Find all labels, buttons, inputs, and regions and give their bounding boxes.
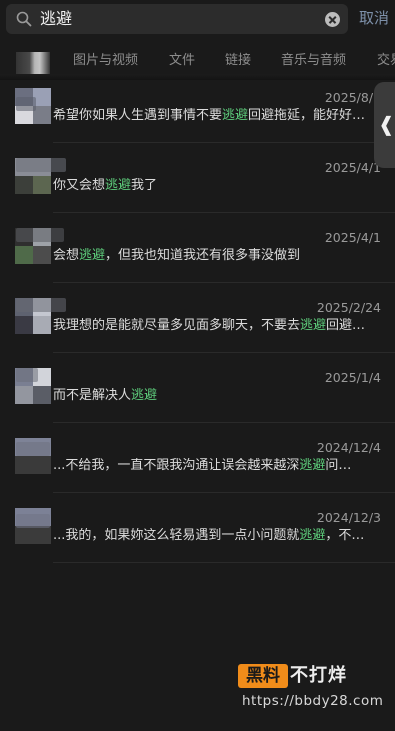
keyword-highlight: 逃避 xyxy=(131,388,158,403)
avatar-pixel xyxy=(33,246,51,264)
sender-name-blurred xyxy=(16,97,36,111)
list-item[interactable]: 2024/12/4 ...不给我，一直不跟我沟通让误会越来越深逃避问… xyxy=(0,430,395,500)
row-divider xyxy=(53,282,395,283)
watermark-url: https://bbdy28.com xyxy=(242,693,384,709)
avatar-pixel xyxy=(15,246,33,264)
list-item[interactable]: 2025/4/1 你又会想逃避我了 xyxy=(0,150,395,220)
snippet-text-after: 回避拖延，能好好… xyxy=(248,108,366,123)
message-date: 2025/4/1 xyxy=(324,230,381,245)
message-date: 2025/8/1 xyxy=(324,90,381,105)
search-bar[interactable]: 逃避 xyxy=(6,4,348,34)
tab-music-audio[interactable]: 音乐与音频 xyxy=(281,53,346,69)
tab-files[interactable]: 文件 xyxy=(169,53,195,69)
watermark-logo-box: 黑料 xyxy=(238,664,288,688)
snippet-text-before: 而不是解决人 xyxy=(53,388,132,403)
avatar-pixel xyxy=(15,176,33,194)
tab-images-videos[interactable]: 图片与视频 xyxy=(73,53,138,69)
snippet-text-after: 我了 xyxy=(131,178,158,193)
avatar-pixel xyxy=(33,176,51,194)
list-item[interactable]: 2025/8/1 希望你如果人生遇到事情不要逃避回避拖延，能好好… xyxy=(0,80,395,150)
sender-name-blurred xyxy=(16,368,38,382)
sender-name-blurred xyxy=(16,158,66,172)
snippet-text-after: 回避… xyxy=(326,318,366,333)
message-snippet: ...我的，如果妳这么轻易遇到一点小问题就逃避，不… xyxy=(53,528,383,544)
keyword-highlight: 逃避 xyxy=(299,528,326,543)
message-snippet: 而不是解决人逃避 xyxy=(53,388,383,404)
list-item[interactable]: 2025/2/24 我理想的是能就尽量多见面多聊天，不要去逃避回避… xyxy=(0,290,395,360)
avatar-pixel xyxy=(15,456,51,474)
row-divider xyxy=(53,562,395,563)
sender-name-blurred xyxy=(16,514,50,528)
message-date: 2025/1/4 xyxy=(324,370,381,385)
sender-name-blurred xyxy=(16,442,50,456)
sender-name-blurred xyxy=(16,298,66,312)
search-icon xyxy=(16,11,32,27)
snippet-text-after: 问… xyxy=(325,458,352,473)
row-divider xyxy=(53,142,395,143)
keyword-highlight: 逃避 xyxy=(79,248,106,263)
snippet-text-before: 希望你如果人生遇到事情不要 xyxy=(53,108,223,123)
list-item[interactable]: 2025/4/1 会想逃避，但我也知道我还有很多事没做到 xyxy=(0,220,395,290)
snippet-text-before: 你又会想 xyxy=(53,178,106,193)
snippet-text-before: 我理想的是能就尽量多见面多聊天，不要去 xyxy=(53,318,301,333)
sender-name-blurred xyxy=(16,228,64,242)
keyword-highlight: 逃避 xyxy=(300,318,327,333)
chevron-left-icon: ❰ xyxy=(378,112,395,136)
side-panel-handle[interactable]: ❰ xyxy=(374,82,395,168)
row-divider xyxy=(53,212,395,213)
watermark-brand: 不打烊 xyxy=(290,665,347,686)
tab-thumbnail-image[interactable] xyxy=(16,52,50,74)
clear-icon[interactable] xyxy=(325,12,340,27)
keyword-highlight: 逃避 xyxy=(222,108,249,123)
message-date: 2025/4/1 xyxy=(324,160,381,175)
message-date: 2024/12/4 xyxy=(316,440,381,455)
avatar-pixel xyxy=(33,386,51,404)
message-snippet: ...不给我，一直不跟我沟通让误会越来越深逃避问… xyxy=(53,458,383,474)
row-divider xyxy=(53,352,395,353)
row-divider xyxy=(53,422,395,423)
row-divider xyxy=(53,492,395,493)
snippet-text-before: ...不给我，一直不跟我沟通让误会越来越深 xyxy=(53,458,300,473)
cancel-button[interactable]: 取消 xyxy=(359,9,389,27)
search-input[interactable]: 逃避 xyxy=(40,9,72,29)
message-date: 2024/12/3 xyxy=(316,510,381,525)
avatar-pixel xyxy=(33,316,51,334)
message-date: 2025/2/24 xyxy=(316,300,381,315)
snippet-text-before: 会想 xyxy=(53,248,80,263)
tab-links[interactable]: 链接 xyxy=(225,53,251,69)
avatar-pixel xyxy=(15,316,33,334)
watermark: 黑料 不打烊 https://bbdy28.com xyxy=(238,664,383,716)
snippet-text-after: ，不… xyxy=(325,528,365,543)
keyword-highlight: 逃避 xyxy=(105,178,132,193)
tab-transactions[interactable]: 交易 xyxy=(377,53,395,69)
message-snippet: 你又会想逃避我了 xyxy=(53,178,383,194)
message-snippet: 希望你如果人生遇到事情不要逃避回避拖延，能好好… xyxy=(53,108,383,124)
snippet-text-before: ...我的，如果妳这么轻易遇到一点小问题就 xyxy=(53,528,300,543)
snippet-text-after: ，但我也知道我还有很多事没做到 xyxy=(105,248,301,263)
filter-tabs: 图片与视频 文件 链接 音乐与音频 交易 xyxy=(0,46,395,76)
message-snippet: 我理想的是能就尽量多见面多聊天，不要去逃避回避… xyxy=(53,318,383,334)
list-item[interactable]: 2024/12/3 ...我的，如果妳这么轻易遇到一点小问题就逃避，不… xyxy=(0,500,395,570)
keyword-highlight: 逃避 xyxy=(299,458,326,473)
list-item[interactable]: 2025/1/4 而不是解决人逃避 xyxy=(0,360,395,430)
avatar-pixel xyxy=(15,386,33,404)
avatar-pixel xyxy=(15,526,51,544)
message-snippet: 会想逃避，但我也知道我还有很多事没做到 xyxy=(53,248,383,264)
